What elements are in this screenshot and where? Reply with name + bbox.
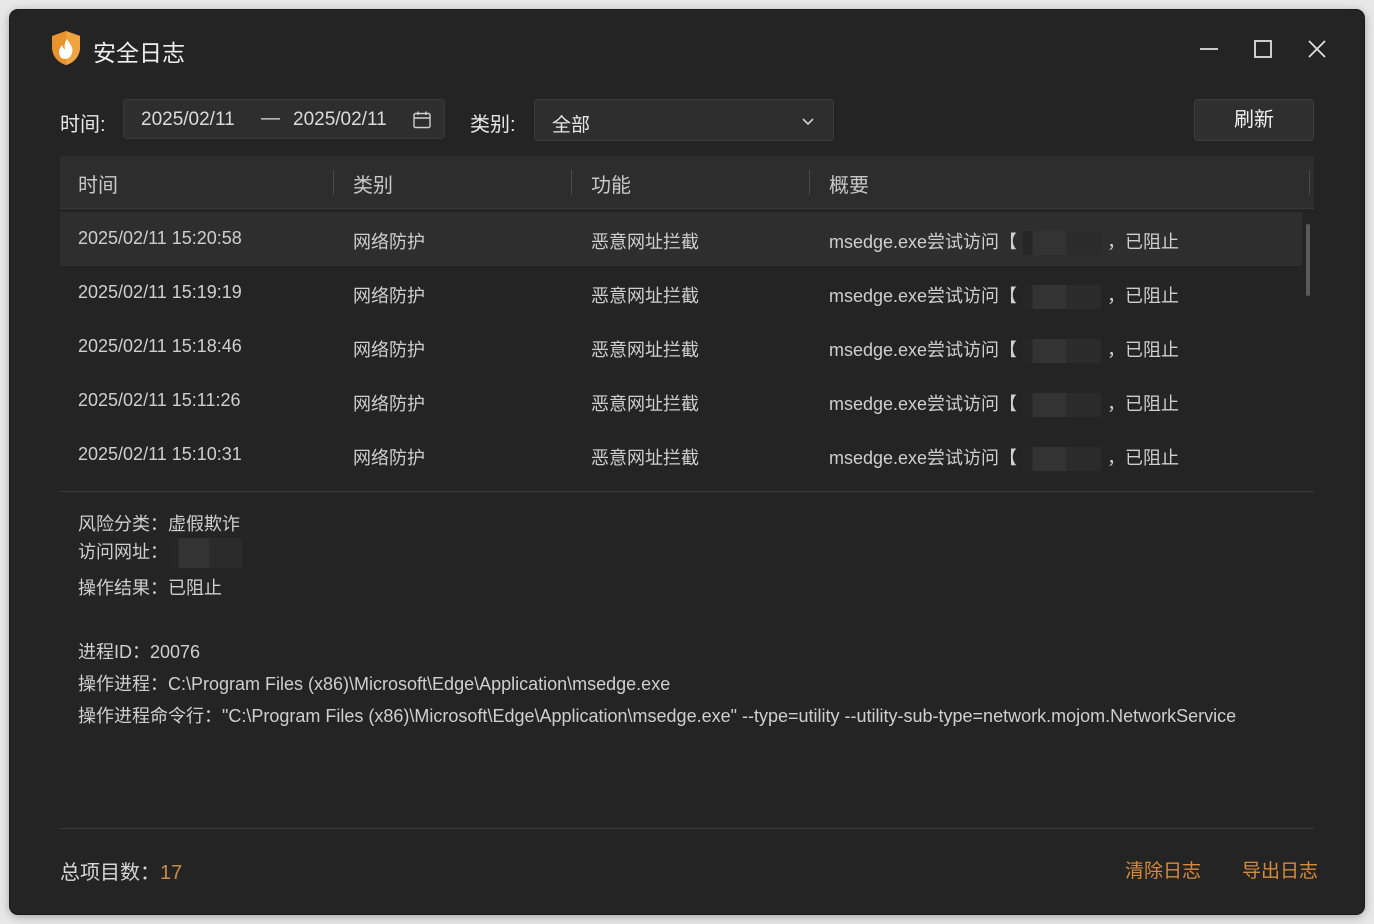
cell-time: 2025/02/11 15:18:46 — [78, 336, 242, 356]
table-row[interactable]: 2025/02/11 15:10:31 网络防护 恶意网址拦截 msedge.e… — [60, 428, 1302, 482]
chevron-down-icon — [802, 118, 814, 126]
cell-summary: msedge.exe尝试访问【 ，已阻止 — [829, 390, 1180, 418]
detail-process: 操作进程：C:\Program Files (x86)\Microsoft\Ed… — [78, 674, 671, 694]
cell-time: 2025/02/11 15:20:58 — [78, 228, 242, 248]
column-divider[interactable] — [1309, 170, 1310, 195]
shield-flame-logo-icon — [52, 31, 80, 65]
date-start-value[interactable]: 2025/02/11 — [141, 109, 235, 131]
table-header: 时间 类别 功能 概要 — [60, 156, 1314, 209]
redacted-url — [1023, 393, 1102, 418]
column-divider[interactable] — [571, 170, 572, 195]
detail-pid: 进程ID：20076 — [78, 642, 201, 662]
cell-function: 恶意网址拦截 — [591, 232, 699, 252]
detail-result: 操作结果：已阻止 — [78, 578, 222, 598]
summary-prefix: msedge.exe尝试访问【 — [829, 286, 1018, 306]
cell-summary: msedge.exe尝试访问【 ，已阻止 — [829, 282, 1180, 310]
export-log-link[interactable]: 导出日志 — [1242, 856, 1318, 883]
cell-category: 网络防护 — [353, 232, 425, 252]
date-range-picker[interactable]: 2025/02/11 — 2025/02/11 — [123, 99, 445, 139]
clear-log-link[interactable]: 清除日志 — [1125, 856, 1201, 883]
table-row[interactable]: 2025/02/11 15:19:19 网络防护 恶意网址拦截 msedge.e… — [60, 266, 1302, 320]
log-table: 时间 类别 功能 概要 2025/02/11 15:20:58 网络防护 恶意网… — [60, 156, 1314, 491]
detail-url-label: 访问网址： — [78, 542, 168, 562]
cell-function: 恶意网址拦截 — [591, 394, 699, 414]
summary-suffix: ，已阻止 — [1107, 232, 1180, 252]
summary-suffix: ，已阻止 — [1107, 448, 1180, 468]
cell-summary: msedge.exe尝试访问【 ，已阻止 — [829, 336, 1180, 364]
minimize-button[interactable] — [1194, 34, 1224, 64]
cell-summary: msedge.exe尝试访问【 ，已阻止 — [829, 444, 1180, 472]
window-title: 安全日志 — [93, 40, 185, 66]
category-filter-label: 类别: — [470, 114, 516, 136]
cell-category: 网络防护 — [353, 394, 425, 414]
cell-function: 恶意网址拦截 — [591, 448, 699, 468]
summary-prefix: msedge.exe尝试访问【 — [829, 448, 1018, 468]
table-row[interactable]: 2025/02/11 15:11:26 网络防护 恶意网址拦截 msedge.e… — [60, 374, 1302, 428]
maximize-icon — [1254, 40, 1272, 58]
close-icon — [1308, 40, 1326, 58]
security-log-window: 安全日志 时间: 2025/02/11 — 2025/02/11 类别: 全部 … — [10, 10, 1364, 914]
calendar-icon[interactable] — [412, 110, 432, 130]
detail-cmdline: 操作进程命令行："C:\Program Files (x86)\Microsof… — [78, 706, 1237, 726]
detail-divider — [60, 491, 1314, 492]
redacted-url — [1023, 339, 1102, 364]
cell-category: 网络防护 — [353, 286, 425, 306]
redacted-url — [1023, 231, 1102, 256]
redacted-url — [1023, 447, 1102, 472]
total-count: 总项目数：17 — [60, 856, 182, 885]
detail-url: 访问网址： — [78, 538, 242, 569]
cell-time: 2025/02/11 15:19:19 — [78, 282, 242, 302]
summary-prefix: msedge.exe尝试访问【 — [829, 232, 1018, 252]
summary-suffix: ，已阻止 — [1107, 340, 1180, 360]
table-scrollbar[interactable] — [1306, 224, 1310, 296]
refresh-button[interactable]: 刷新 — [1194, 99, 1314, 141]
summary-prefix: msedge.exe尝试访问【 — [829, 340, 1018, 360]
table-row[interactable]: 2025/02/11 15:20:58 网络防护 恶意网址拦截 msedge.e… — [60, 212, 1302, 266]
footer-divider — [60, 828, 1314, 829]
cell-function: 恶意网址拦截 — [591, 286, 699, 306]
minimize-icon — [1200, 48, 1218, 50]
redacted-url — [170, 538, 242, 569]
close-button[interactable] — [1302, 34, 1332, 64]
cell-time: 2025/02/11 15:11:26 — [78, 390, 241, 410]
column-header-category[interactable]: 类别 — [353, 169, 393, 198]
total-value: 17 — [160, 862, 183, 884]
date-end-value[interactable]: 2025/02/11 — [293, 109, 387, 131]
cell-function: 恶意网址拦截 — [591, 340, 699, 360]
date-separator: — — [261, 108, 280, 129]
title-bar: 安全日志 — [10, 10, 1364, 88]
summary-suffix: ，已阻止 — [1107, 394, 1180, 414]
summary-suffix: ，已阻止 — [1107, 286, 1180, 306]
cell-time: 2025/02/11 15:10:31 — [78, 444, 242, 464]
category-select-value: 全部 — [552, 115, 591, 136]
maximize-button[interactable] — [1248, 34, 1278, 64]
category-select[interactable]: 全部 — [534, 99, 834, 141]
table-row[interactable]: 2025/02/11 15:18:46 网络防护 恶意网址拦截 msedge.e… — [60, 320, 1302, 374]
column-divider[interactable] — [809, 170, 810, 195]
detail-risk: 风险分类：虚假欺诈 — [78, 514, 240, 534]
redacted-url — [1023, 285, 1102, 310]
cell-category: 网络防护 — [353, 340, 425, 360]
cell-category: 网络防护 — [353, 448, 425, 468]
column-header-time[interactable]: 时间 — [78, 169, 118, 198]
cell-summary: msedge.exe尝试访问【 ，已阻止 — [829, 228, 1180, 256]
total-label: 总项目数： — [60, 862, 160, 884]
column-divider[interactable] — [333, 170, 334, 195]
column-header-function[interactable]: 功能 — [591, 169, 631, 198]
summary-prefix: msedge.exe尝试访问【 — [829, 394, 1018, 414]
column-header-summary[interactable]: 概要 — [829, 169, 869, 198]
time-filter-label: 时间: — [60, 114, 106, 136]
